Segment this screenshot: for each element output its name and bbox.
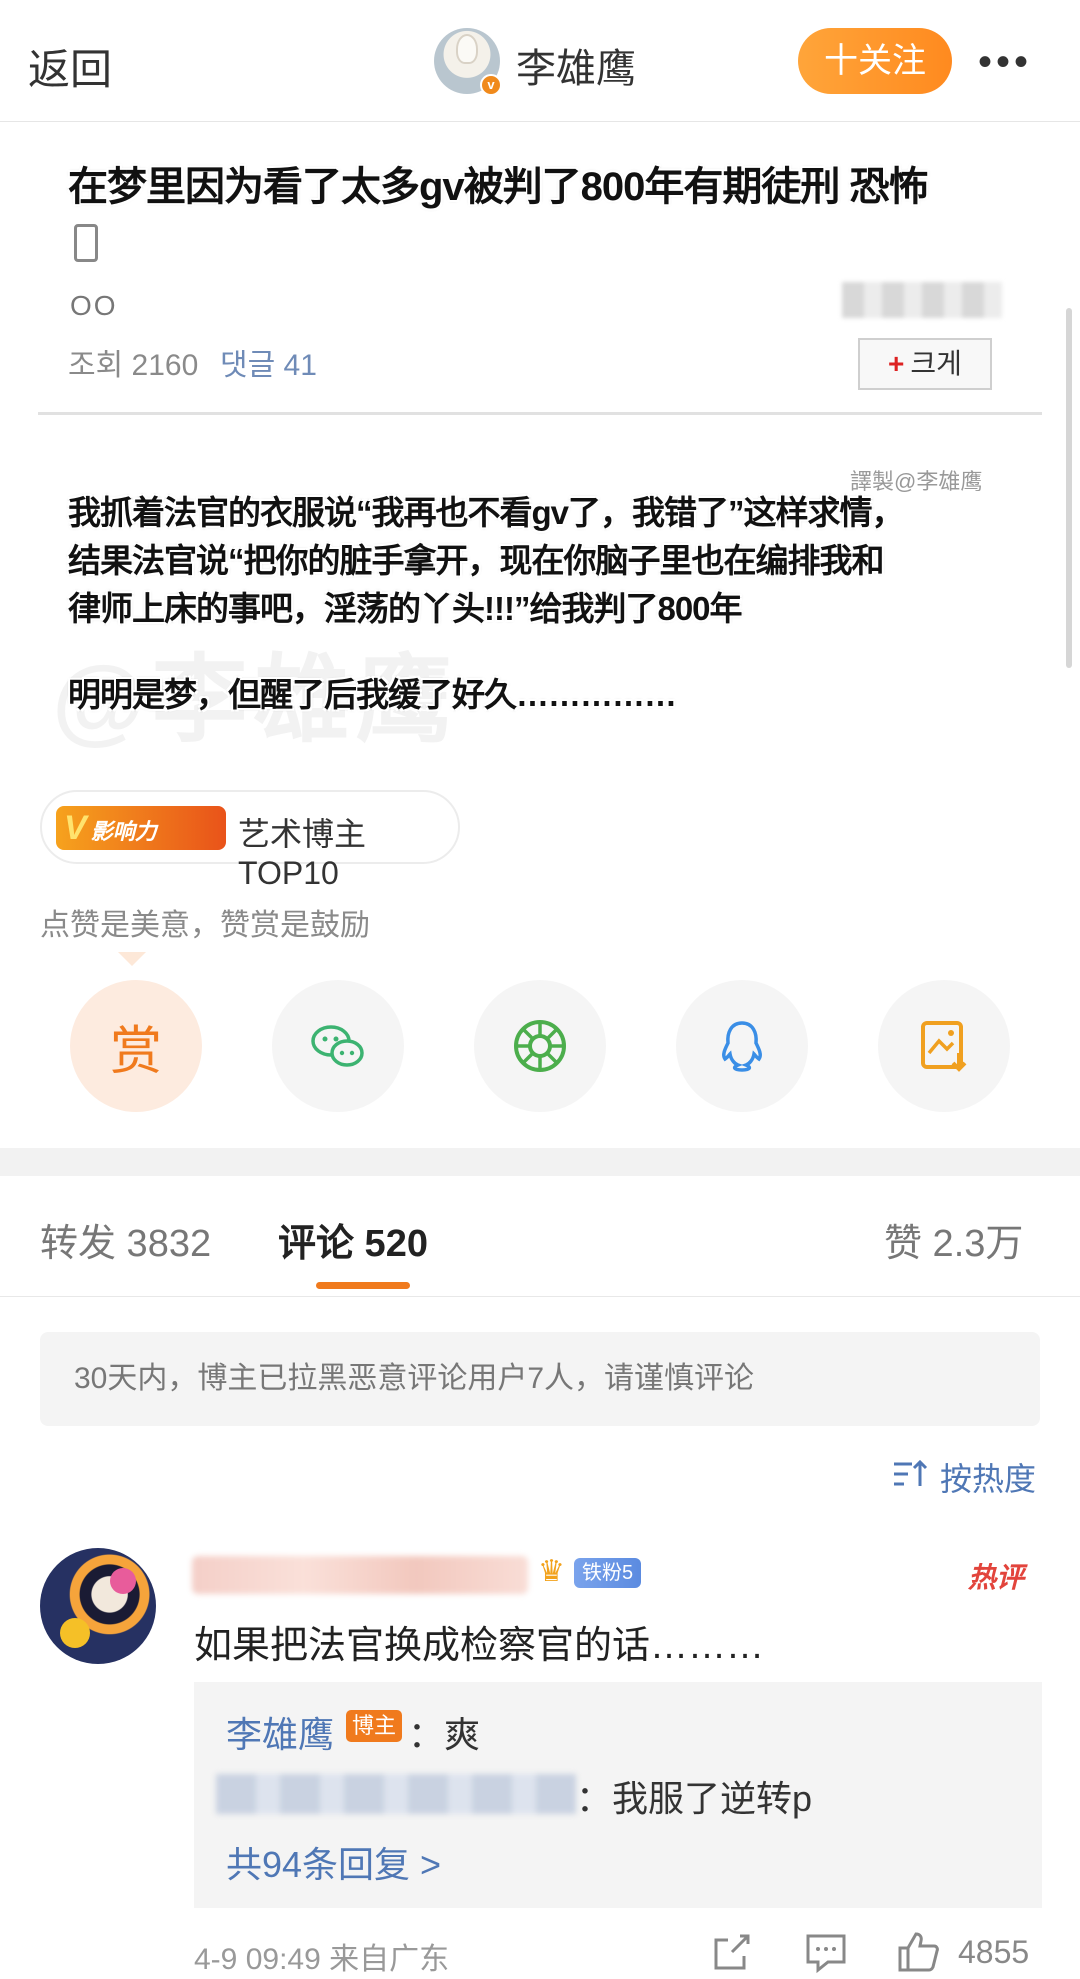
top-nav-bar: 返回 v 李雄鹰 十关注 ••• <box>0 0 1080 122</box>
enlarge-label: 크게 <box>910 348 962 379</box>
influence-badge[interactable]: V 影响力 艺术博主TOP10 <box>40 790 460 891</box>
views-count: 조회 2160 <box>68 349 199 382</box>
image-paragraph-line: 我抓着法官的衣服说“我再也不看gv了，我错了”这样求情， <box>68 494 905 531</box>
reply-comment-button[interactable] <box>804 1930 848 1979</box>
comment-icon <box>806 1934 846 1974</box>
wechat-share-button[interactable] <box>272 980 404 1112</box>
plus-icon: + <box>888 348 905 379</box>
phone-icon <box>74 224 98 262</box>
host-badge: 博主 <box>346 1710 403 1742</box>
replies-box[interactable]: 李雄鹰 博主 ：爽 ：我服了逆转p 共94条回复 > <box>194 1682 1042 1908</box>
tab-likes[interactable]: 赞 2.3万 <box>884 1212 1023 1267</box>
like-count: 4855 <box>958 1934 1030 1970</box>
like-comment-button[interactable] <box>896 1930 940 1979</box>
divider <box>0 1296 1080 1297</box>
comment-text[interactable]: 如果把法官换成检察官的话……… <box>194 1614 764 1669</box>
image-paragraph-line: 律师上床的事吧，淫荡的丫头!!!”给我判了800年 <box>68 590 743 627</box>
commenter-name-blurred[interactable] <box>192 1556 528 1594</box>
comment-notice: 30天内，博主已拉黑恶意评论用户7人，请谨慎评论 <box>40 1332 1040 1426</box>
qq-share-button[interactable] <box>676 980 808 1112</box>
fan-badge[interactable]: ♛ 铁粉5 <box>538 1554 644 1590</box>
reward-button[interactable]: 赏 <box>70 980 202 1112</box>
influence-v-badge: V 影响力 <box>56 806 226 850</box>
author-avatar[interactable]: v <box>434 28 502 96</box>
reply-text: ：爽 <box>408 1714 481 1755</box>
thumbs-up-icon <box>898 1932 939 1972</box>
verified-badge-icon: v <box>480 74 502 96</box>
tab-reposts[interactable]: 转发 3832 <box>40 1212 211 1267</box>
section-separator <box>0 1148 1080 1176</box>
image-scrollbar <box>1066 308 1072 668</box>
image-comment-count: 댓글 41 <box>220 349 317 382</box>
reply-author-name[interactable]: 李雄鹰 <box>226 1706 334 1758</box>
divider <box>38 412 1042 415</box>
save-image-icon <box>921 1021 967 1072</box>
reward-label: 赏 <box>109 1022 162 1081</box>
wechat-icon <box>311 1025 364 1067</box>
moments-share-button[interactable] <box>474 980 606 1112</box>
more-options-icon[interactable]: ••• <box>978 40 1032 85</box>
blurred-text <box>842 282 1002 318</box>
commenter-avatar[interactable] <box>40 1548 156 1664</box>
avatar-decoration <box>60 1618 90 1648</box>
moments-icon <box>514 1020 566 1072</box>
image-title-text: 在梦里因为看了太多gv被判了800年有期徒刑 恐怖 <box>68 165 929 209</box>
image-paragraph-line: 结果法官说“把你的脏手拿开，现在你脑子里也在编排我和 <box>68 542 884 579</box>
sort-by-hot-button[interactable]: 按热度 <box>940 1454 1036 1500</box>
influence-badge-text: 影响力 <box>90 819 157 844</box>
sort-icon[interactable] <box>892 1458 928 1490</box>
share-comment-button[interactable] <box>710 1930 754 1979</box>
share-row: 赏 <box>0 980 1080 1112</box>
image-closing-line: 明明是梦，但醒了后我缓了好久…………… <box>68 676 677 713</box>
tab-comments[interactable]: 评论 520 <box>278 1212 428 1267</box>
avatar-decoration <box>110 1568 136 1594</box>
rabbit-avatar-image <box>456 34 478 64</box>
hot-comment-tag: 热评 <box>968 1562 1025 1593</box>
back-button[interactable]: 返回 <box>28 36 112 97</box>
reply-author-blurred[interactable] <box>216 1774 576 1814</box>
v-icon: V <box>64 809 87 847</box>
reply-text: ：我服了逆转p <box>576 1778 813 1819</box>
fan-level-label: 铁粉5 <box>574 1558 642 1588</box>
author-name[interactable]: 李雄鹰 <box>516 36 636 94</box>
comment-meta: 4-9 09:49 来自广东 <box>194 1943 450 1976</box>
follow-button[interactable]: 十关注 <box>798 28 952 94</box>
image-oo-text: OO <box>70 290 118 321</box>
view-all-replies-link[interactable]: 共94条回复 > <box>226 1836 441 1888</box>
share-icon <box>714 1934 750 1970</box>
crown-icon: ♛ <box>538 1555 565 1588</box>
post-image[interactable]: 在梦里因为看了太多gv被判了800年有期徒刑 恐怖 OO 조회 2160 댓글 … <box>0 122 1080 754</box>
tooltip-caret <box>118 952 146 966</box>
reward-note: 点赞是美意，赞赏是鼓励 <box>40 909 370 942</box>
qq-icon <box>722 1021 762 1072</box>
save-image-button[interactable] <box>878 980 1010 1112</box>
enlarge-button: + 크게 <box>858 338 992 390</box>
influence-label: 艺术博主TOP10 <box>238 816 367 891</box>
active-tab-indicator <box>316 1282 410 1289</box>
